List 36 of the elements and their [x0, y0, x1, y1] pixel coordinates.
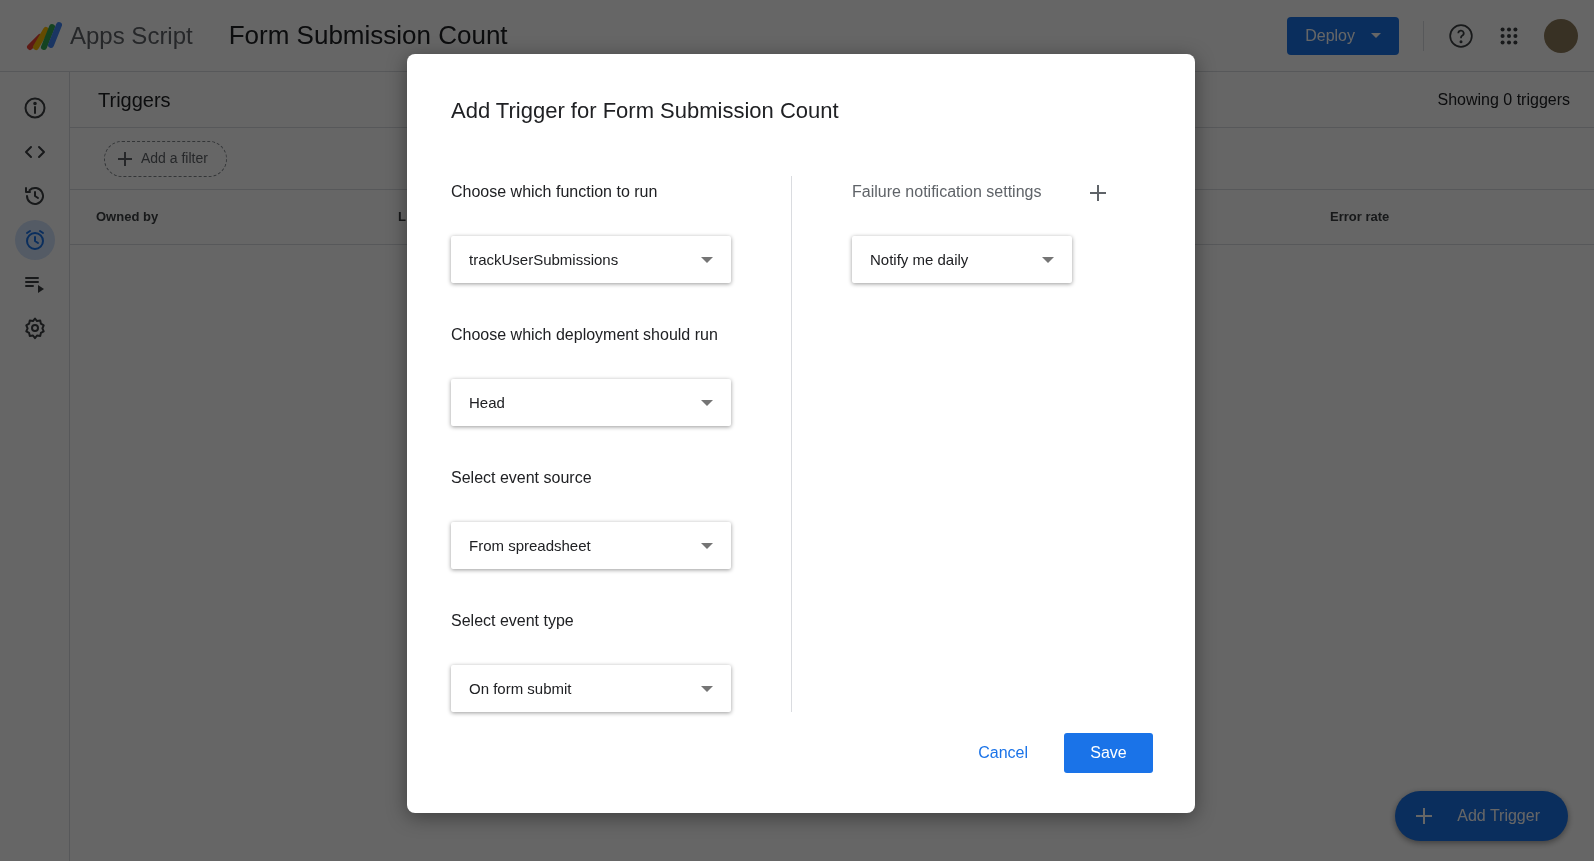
field-label: Choose which function to run: [451, 182, 659, 203]
info-icon: [22, 96, 47, 120]
column-header: Error rate: [1330, 208, 1390, 227]
caret-icon: [701, 256, 713, 263]
caret-icon: [1371, 33, 1381, 38]
product-name: Apps Script: [70, 20, 193, 51]
caret-icon: [701, 399, 713, 406]
sidebar-item[interactable]: [14, 220, 55, 260]
column-header: Owned by: [96, 208, 160, 227]
dialog-title: Add Trigger for Form Submission Count: [451, 98, 840, 125]
trigger-count: Showing 0 triggers: [1437, 89, 1570, 110]
settings-icon: [22, 316, 47, 340]
dropdown[interactable]: Notify me daily: [852, 236, 1072, 284]
plus-icon: [117, 150, 133, 167]
field-label: Failure notification settings: [852, 182, 1042, 203]
field-label: Select event source: [451, 468, 593, 489]
history-icon: [22, 184, 47, 208]
caret-icon: [701, 542, 713, 549]
page-title: Triggers: [98, 87, 171, 113]
avatar[interactable]: [1544, 18, 1578, 53]
logo-icon: [26, 20, 62, 51]
caret-icon: [1042, 256, 1054, 263]
field-label: Choose which deployment should run: [451, 325, 719, 346]
help-icon[interactable]: [1448, 22, 1474, 49]
column-header: L: [398, 208, 407, 227]
caret-icon: [701, 685, 713, 692]
cancel-button[interactable]: Cancel: [966, 733, 1040, 773]
project-title: Form Submission Count: [228, 19, 508, 52]
dropdown[interactable]: trackUserSubmissions: [451, 236, 731, 284]
field-label: Select event type: [451, 611, 575, 632]
plus-icon: [1415, 807, 1434, 825]
plus-icon: [1089, 184, 1108, 203]
dropdown[interactable]: On form submit: [451, 665, 731, 713]
save-button[interactable]: Save: [1064, 733, 1153, 773]
dropdown[interactable]: Head: [451, 379, 731, 427]
dropdown[interactable]: From spreadsheet: [451, 522, 731, 570]
